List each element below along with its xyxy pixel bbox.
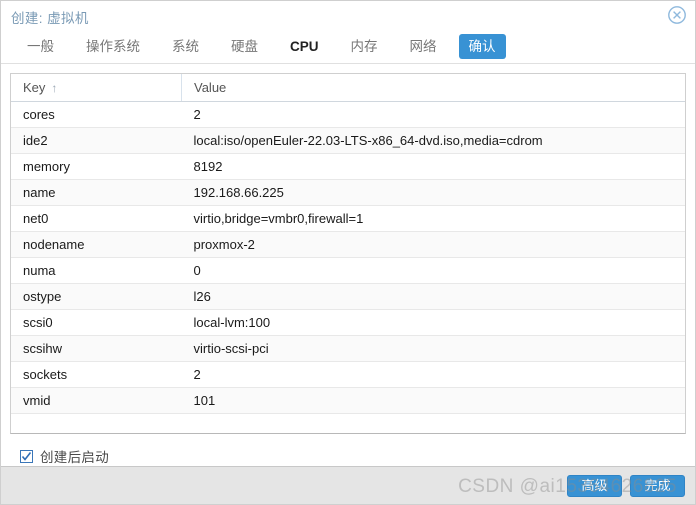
summary-table: Key↑ Value cores 2 ide2 local:iso/ope (11, 74, 685, 433)
cell-value: local-lvm:100 (182, 310, 686, 336)
tab-disks[interactable]: 硬盘 (221, 34, 268, 59)
start-after-create-label: 创建后启动 (40, 446, 109, 466)
cell-key: numa (11, 258, 182, 284)
start-after-create-checkbox[interactable] (20, 450, 33, 463)
advanced-button[interactable]: 高级 (567, 475, 622, 497)
finish-button[interactable]: 完成 (630, 475, 685, 497)
tab-memory[interactable]: 内存 (341, 34, 388, 59)
sort-asc-icon: ↑ (51, 81, 57, 95)
cell-key: name (11, 180, 182, 206)
cell-value: virtio-scsi-pci (182, 336, 686, 362)
table-header: Key ↑ Value (11, 74, 685, 102)
column-header-key-label: Key (23, 80, 45, 95)
summary-grid: Key↑ Value cores 2 ide2 local:iso/ope (10, 73, 686, 434)
filler-cell (11, 414, 182, 434)
start-after-create-row: 创建后启动 (10, 434, 686, 466)
table-row[interactable]: ostype l26 (11, 284, 685, 310)
column-header-value[interactable]: Value (182, 74, 686, 102)
table-row[interactable]: sockets 2 (11, 362, 685, 388)
dialog-titlebar: 创建: 虚拟机 (1, 1, 695, 30)
cell-value: 192.168.66.225 (182, 180, 686, 206)
table-row[interactable]: nodename proxmox-2 (11, 232, 685, 258)
table-row[interactable]: name 192.168.66.225 (11, 180, 685, 206)
wizard-tabbar: 一般 操作系统 系统 硬盘 CPU 内存 网络 确认 (1, 30, 695, 63)
column-header-value-label: Value (194, 80, 226, 95)
dialog-title: 创建: 虚拟机 (11, 7, 89, 27)
cell-key: nodename (11, 232, 182, 258)
table-row[interactable]: scsihw virtio-scsi-pci (11, 336, 685, 362)
tab-system[interactable]: 系统 (162, 34, 209, 59)
cell-key: scsihw (11, 336, 182, 362)
cell-value: 0 (182, 258, 686, 284)
cell-key: net0 (11, 206, 182, 232)
cell-key: ide2 (11, 128, 182, 154)
create-vm-dialog: 创建: 虚拟机 一般 操作系统 系统 硬盘 CPU 内存 网络 确认 (0, 0, 696, 505)
table-row[interactable]: scsi0 local-lvm:100 (11, 310, 685, 336)
cell-key: cores (11, 102, 182, 128)
cell-value: 101 (182, 388, 686, 414)
table-row[interactable]: memory 8192 (11, 154, 685, 180)
column-header-key[interactable]: Key ↑ (11, 74, 182, 102)
cell-value: l26 (182, 284, 686, 310)
tab-confirm[interactable]: 确认 (459, 34, 506, 59)
dialog-content: Key↑ Value cores 2 ide2 local:iso/ope (1, 64, 695, 466)
table-row[interactable]: numa 0 (11, 258, 685, 284)
cell-value: 2 (182, 362, 686, 388)
cell-key: sockets (11, 362, 182, 388)
tab-network[interactable]: 网络 (400, 34, 447, 59)
table-filler-row (11, 414, 685, 434)
cell-value: local:iso/openEuler-22.03-LTS-x86_64-dvd… (182, 128, 686, 154)
cell-key: memory (11, 154, 182, 180)
tab-cpu[interactable]: CPU (280, 34, 329, 59)
cell-value: 8192 (182, 154, 686, 180)
cell-key: vmid (11, 388, 182, 414)
tab-os[interactable]: 操作系统 (76, 34, 150, 59)
table-row[interactable]: vmid 101 (11, 388, 685, 414)
cell-value: 2 (182, 102, 686, 128)
table-body: cores 2 ide2 local:iso/openEuler-22.03-L… (11, 102, 685, 434)
table-row[interactable]: ide2 local:iso/openEuler-22.03-LTS-x86_6… (11, 128, 685, 154)
cell-value: proxmox-2 (182, 232, 686, 258)
close-circle-icon[interactable] (667, 5, 687, 25)
tab-general[interactable]: 一般 (17, 34, 64, 59)
table-row[interactable]: cores 2 (11, 102, 685, 128)
filler-cell (182, 414, 686, 434)
cell-key: ostype (11, 284, 182, 310)
dialog-footer: 高级 完成 (1, 466, 695, 504)
cell-key: scsi0 (11, 310, 182, 336)
table-row[interactable]: net0 virtio,bridge=vmbr0,firewall=1 (11, 206, 685, 232)
cell-value: virtio,bridge=vmbr0,firewall=1 (182, 206, 686, 232)
